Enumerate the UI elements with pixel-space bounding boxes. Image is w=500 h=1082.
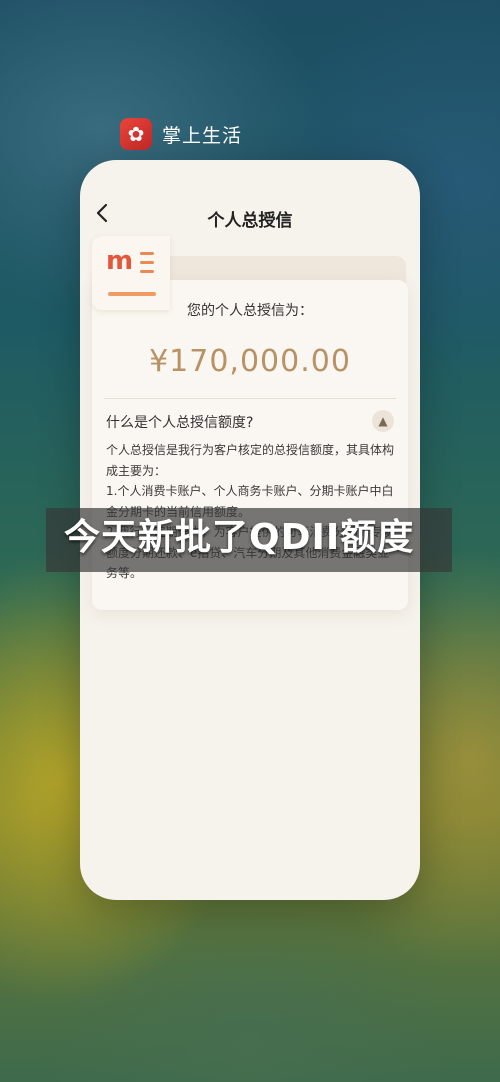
divider bbox=[104, 398, 396, 399]
app-name: 掌上生活 bbox=[162, 124, 243, 147]
brand-tag: m bbox=[92, 236, 170, 310]
flower-icon: ✿ bbox=[120, 118, 152, 150]
chevron-up-icon[interactable]: ▲ bbox=[372, 410, 394, 432]
app-switcher-header[interactable]: ✿ 掌上生活 bbox=[120, 118, 242, 150]
credit-amount: ¥170,000.00 bbox=[149, 344, 351, 379]
faq-answer-line: 个人总授信是我行为客户核定的总授信额度，其具体构成主要为： bbox=[106, 443, 395, 478]
faq-question[interactable]: 什么是个人总授信额度? bbox=[106, 412, 253, 432]
brand-logo-icon: m bbox=[106, 246, 134, 276]
caption-text: 今天新批了QDII额度 bbox=[64, 517, 415, 558]
credit-label: 您的个人总授信为： bbox=[187, 303, 313, 319]
page-title: 个人总授信 bbox=[207, 211, 293, 231]
nav-bar: 个人总授信 bbox=[80, 160, 420, 231]
